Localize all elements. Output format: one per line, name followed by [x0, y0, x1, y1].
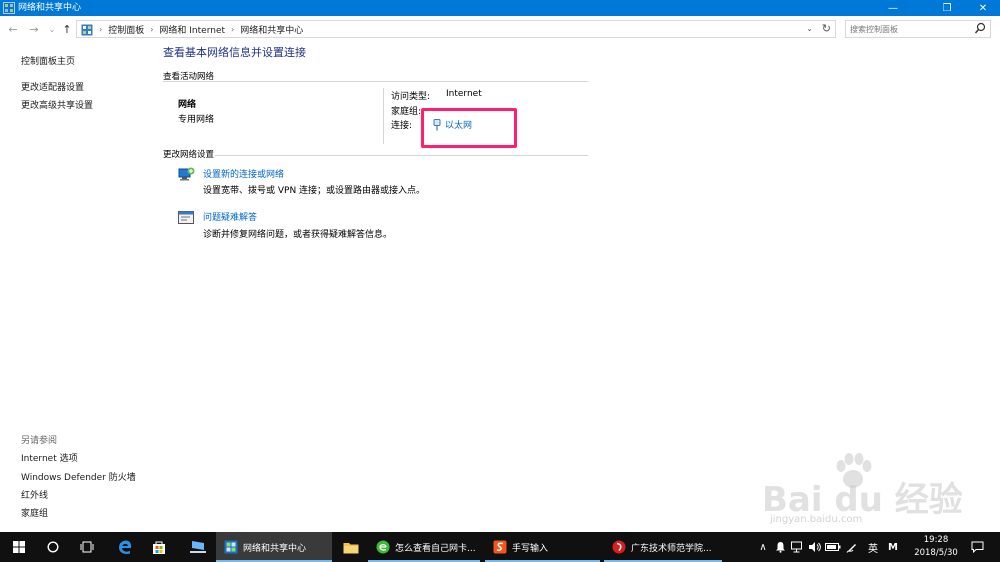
network-center-icon	[3, 2, 15, 14]
taskbar-clock[interactable]: 19:28 2018/5/30	[912, 534, 960, 560]
ime-mode-indicator[interactable]: M	[884, 532, 902, 562]
change-advanced-sharing-link[interactable]: 更改高级共享设置	[21, 98, 93, 111]
setup-new-connection-link[interactable]: 设置新的连接或网络	[203, 167, 284, 180]
task-view-icon	[80, 541, 94, 553]
action-center-icon[interactable]	[966, 532, 988, 562]
page-title: 查看基本网络信息并设置连接	[163, 46, 306, 59]
ime-language-indicator[interactable]: 英	[864, 532, 882, 562]
title-bar: 网络和共享中心 — ❐ ✕	[0, 0, 1000, 16]
address-dropdown-icon[interactable]: ⌄	[806, 24, 813, 33]
breadcrumb-separator: ›	[231, 25, 235, 34]
left-task-pane: 控制面板主页 更改适配器设置 更改高级共享设置 另请参阅 Internet 选项…	[0, 42, 150, 532]
new-connection-icon	[178, 167, 195, 181]
taskbar-app-network-sharing-center[interactable]: 网络和共享中心	[216, 532, 332, 562]
start-button[interactable]	[2, 532, 36, 562]
store-bag-icon	[153, 541, 165, 554]
volume-icon[interactable]	[806, 532, 822, 562]
section-divider	[215, 155, 588, 156]
breadcrumb-separator: ›	[150, 25, 154, 34]
baidu-jingyan-watermark: Bai du 经验 jingyan.baidu.com	[758, 452, 988, 530]
search-icon[interactable]	[974, 22, 986, 36]
red-logo-icon	[612, 540, 626, 554]
pen-ink-icon[interactable]	[844, 532, 860, 562]
cortana-button[interactable]	[36, 532, 70, 562]
breadcrumb-separator: ›	[99, 25, 103, 34]
network-wired-icon[interactable]	[788, 532, 804, 562]
cortana-circle-icon	[47, 541, 59, 553]
taskbar-app-gdpu[interactable]: 广东技术师范学院...	[604, 532, 722, 562]
show-hidden-icons-icon[interactable]: ∧	[756, 532, 770, 562]
taskbar-app-browser[interactable]: 怎么查看自己网卡...	[368, 532, 480, 562]
watermark-url: jingyan.baidu.com	[770, 514, 863, 525]
browser-e-icon	[376, 540, 390, 554]
control-panel-home-link[interactable]: 控制面板主页	[21, 54, 75, 67]
navigation-bar: ← → ⌄ ↑ › 控制面板 › 网络和 Internet › 网络和共享中心 …	[0, 16, 1000, 42]
window-title: 网络和共享中心	[18, 3, 82, 13]
store-button[interactable]	[142, 532, 176, 562]
taskbar-app-label: 手写输入	[512, 543, 549, 554]
change-adapter-settings-link[interactable]: 更改适配器设置	[21, 80, 84, 93]
breadcrumb-control-panel[interactable]: 控制面板	[108, 23, 144, 36]
vertical-divider	[383, 88, 384, 144]
file-explorer-button[interactable]	[334, 532, 368, 562]
breadcrumb-network-sharing-center[interactable]: 网络和共享中心	[240, 23, 303, 36]
windows-logo-icon	[13, 541, 25, 553]
forward-arrow-icon[interactable]: →	[27, 22, 41, 36]
back-arrow-icon[interactable]: ←	[6, 22, 20, 36]
sogou-handwriting-icon	[493, 540, 507, 554]
network-type: 专用网络	[178, 115, 215, 125]
edge-browser-icon	[119, 540, 132, 554]
clock-date: 2018/5/30	[914, 548, 958, 558]
troubleshoot-icon	[178, 211, 194, 224]
network-center-icon	[224, 540, 238, 554]
connections-label: 连接:	[391, 121, 413, 131]
recent-locations-icon[interactable]: ⌄	[45, 22, 59, 36]
control-panel-icon	[81, 24, 93, 35]
network-name: 网络	[178, 100, 197, 110]
homegroup-link[interactable]: 家庭组	[21, 506, 48, 519]
infrared-link[interactable]: 红外线	[21, 488, 48, 501]
laptop-app-icon	[190, 541, 206, 553]
search-box[interactable]	[845, 20, 991, 38]
section-divider	[163, 81, 588, 82]
taskbar: 网络和共享中心 怎么查看自己网卡... 手写输入 广东技术师范学院... ∧ 英…	[0, 532, 1000, 562]
clock-time: 19:28	[923, 535, 949, 545]
breadcrumb-network-internet[interactable]: 网络和 Internet	[159, 23, 225, 36]
windows-defender-firewall-link[interactable]: Windows Defender 防火墙	[21, 470, 136, 483]
internet-options-link[interactable]: Internet 选项	[21, 451, 78, 464]
taskbar-app-label: 怎么查看自己网卡...	[395, 543, 476, 554]
edge-button[interactable]	[108, 532, 142, 562]
homegroup-label: 家庭组:	[391, 107, 422, 117]
folder-icon	[343, 542, 359, 553]
task-view-button[interactable]	[70, 532, 104, 562]
troubleshoot-problems-description: 诊断并修复网络问题，或者获得疑难解答信息。	[203, 230, 393, 240]
address-bar[interactable]: › 控制面板 › 网络和 Internet › 网络和共享中心 ⌄ ↻	[76, 20, 836, 38]
battery-icon[interactable]	[824, 532, 842, 562]
access-type-label: 访问类型:	[391, 92, 431, 102]
taskbar-app-handwriting[interactable]: 手写输入	[485, 532, 600, 562]
refresh-icon[interactable]: ↻	[822, 22, 831, 35]
close-button[interactable]: ✕	[966, 0, 1000, 16]
minimize-button[interactable]: —	[876, 0, 910, 16]
taskbar-app-label: 网络和共享中心	[243, 543, 307, 554]
maximize-button[interactable]: ❐	[930, 0, 964, 16]
notification-bell-icon[interactable]	[772, 532, 788, 562]
highlight-box	[421, 108, 517, 148]
pinned-app-button[interactable]	[181, 532, 215, 562]
taskbar-app-label: 广东技术师范学院...	[631, 543, 712, 554]
search-input[interactable]	[850, 23, 970, 35]
access-type-value: Internet	[446, 89, 482, 99]
change-network-settings-heading: 更改网络设置	[163, 150, 215, 160]
setup-new-connection-description: 设置宽带、拨号或 VPN 连接；或设置路由器或接入点。	[203, 186, 426, 196]
see-also-heading: 另请参阅	[21, 436, 58, 446]
troubleshoot-problems-link[interactable]: 问题疑难解答	[203, 210, 257, 223]
up-arrow-icon[interactable]: ↑	[60, 22, 74, 36]
